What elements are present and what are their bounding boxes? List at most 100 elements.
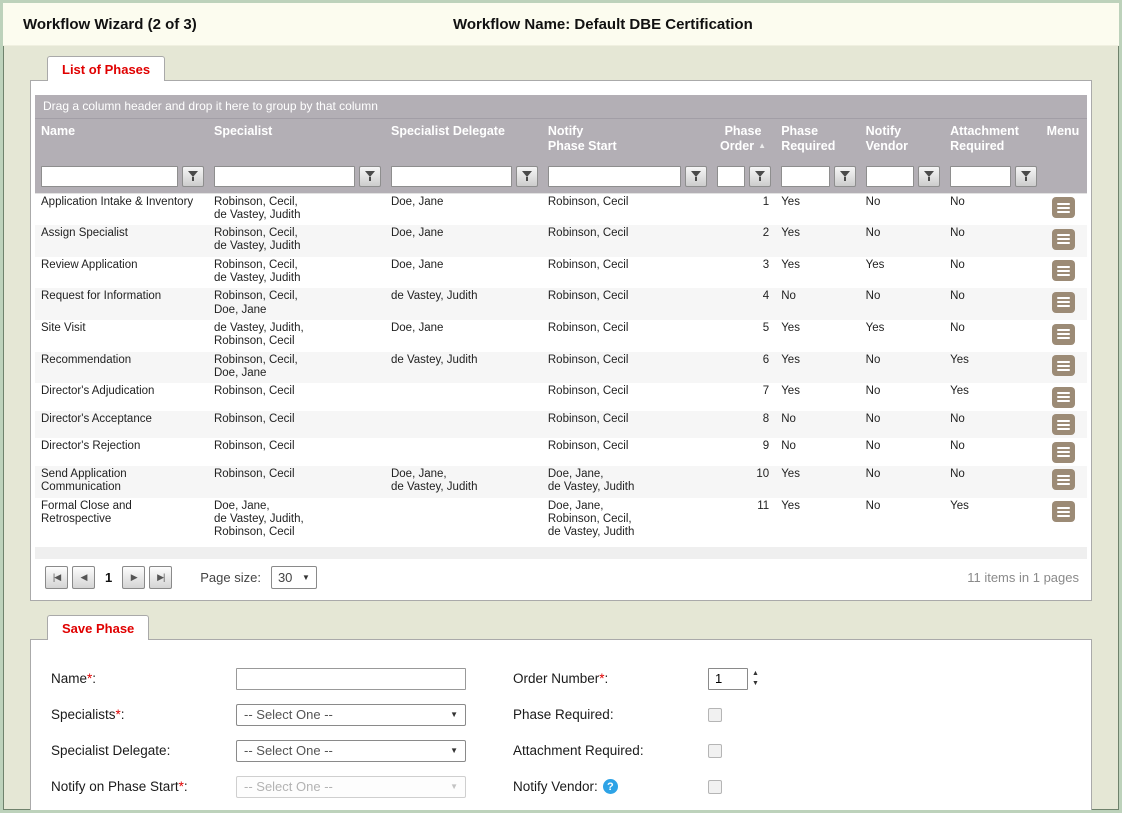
filter-button-notify-vendor[interactable] <box>918 166 940 187</box>
filter-icon <box>188 171 198 181</box>
cell-notify-phase-start: Doe, Jane, de Vastey, Judith <box>542 466 711 498</box>
cell-notify-phase-start: Robinson, Cecil <box>542 320 711 352</box>
filter-icon <box>691 171 701 181</box>
table-row: Director's AdjudicationRobinson, CecilRo… <box>35 383 1087 411</box>
group-by-drop-zone[interactable]: Drag a column header and drop it here to… <box>35 95 1087 119</box>
cell-specialist: Robinson, Cecil <box>208 411 385 439</box>
table-row: Send Application CommunicationRobinson, … <box>35 466 1087 498</box>
row-menu-button[interactable] <box>1052 469 1075 490</box>
filter-input-specialist-delegate[interactable] <box>391 166 512 187</box>
cell-phase-order: 4 <box>711 288 775 320</box>
cell-attachment-required: No <box>944 193 1041 225</box>
cell-specialist: Doe, Jane, de Vastey, Judith, Robinson, … <box>208 498 385 543</box>
column-header-phase-required[interactable]: Phase Required <box>775 119 859 160</box>
cell-phase-required: Yes <box>775 383 859 411</box>
filter-button-notify-phase-start[interactable] <box>685 166 707 187</box>
filter-input-phase-order[interactable] <box>717 166 745 187</box>
row-menu-button[interactable] <box>1052 260 1075 281</box>
column-header-notify-vendor[interactable]: Notify Vendor <box>860 119 944 160</box>
filter-icon <box>755 171 765 181</box>
cell-phase-required: No <box>775 438 859 466</box>
filter-button-specialist[interactable] <box>359 166 381 187</box>
cell-name: Site Visit <box>35 320 208 352</box>
filter-input-name[interactable] <box>41 166 178 187</box>
filter-button-name[interactable] <box>182 166 204 187</box>
column-header-notify-phase-start[interactable]: Notify Phase Start <box>542 119 711 160</box>
spinner-down-icon[interactable]: ▼ <box>752 681 759 686</box>
current-page-number[interactable]: 1 <box>105 570 112 585</box>
cell-specialist-delegate <box>385 411 542 439</box>
filter-button-phase-order[interactable] <box>749 166 771 187</box>
pager-next-button[interactable]: ▶ <box>122 566 145 589</box>
cell-specialist: Robinson, Cecil <box>208 383 385 411</box>
cell-attachment-required: Yes <box>944 383 1041 411</box>
notify-vendor-checkbox[interactable] <box>708 780 722 794</box>
help-icon[interactable]: ? <box>603 779 618 794</box>
filter-button-specialist-delegate[interactable] <box>516 166 538 187</box>
column-header-phase-order[interactable]: Phase Order▲ <box>711 119 775 160</box>
cell-specialist-delegate: Doe, Jane <box>385 320 542 352</box>
horizontal-scrollbar[interactable] <box>35 547 1087 559</box>
specialists-select[interactable]: -- Select One -- ▼ <box>236 704 466 726</box>
filter-input-phase-required[interactable] <box>781 166 829 187</box>
row-menu-button[interactable] <box>1052 229 1075 250</box>
row-menu-button[interactable] <box>1052 414 1075 435</box>
filter-input-notify-phase-start[interactable] <box>548 166 681 187</box>
phase-required-checkbox[interactable] <box>708 708 722 722</box>
phases-table: Name Specialist Specialist Delegate Noti… <box>35 119 1087 543</box>
column-header-name[interactable]: Name <box>35 119 208 160</box>
page-content: List of Phases Drag a column header and … <box>3 46 1119 813</box>
cell-attachment-required: No <box>944 320 1041 352</box>
cell-notify-vendor: No <box>860 383 944 411</box>
name-input[interactable] <box>236 668 466 690</box>
tab-save-phase[interactable]: Save Phase <box>47 615 149 640</box>
row-menu-button[interactable] <box>1052 292 1075 313</box>
page-size-label: Page size: <box>200 570 261 585</box>
cell-specialist: Robinson, Cecil, de Vastey, Judith <box>208 225 385 257</box>
filter-input-attachment-required[interactable] <box>950 166 1011 187</box>
cell-notify-vendor: No <box>860 288 944 320</box>
save-phase-section: Save Phase Name*: Specialists*: -- Selec… <box>30 614 1092 813</box>
tab-list-of-phases[interactable]: List of Phases <box>47 56 165 81</box>
specialist-delegate-field-label: Specialist Delegate: <box>51 743 236 758</box>
cell-notify-phase-start: Robinson, Cecil <box>542 257 711 289</box>
column-header-specialist[interactable]: Specialist <box>208 119 385 160</box>
cell-phase-required: Yes <box>775 466 859 498</box>
row-menu-button[interactable] <box>1052 501 1075 522</box>
filter-input-specialist[interactable] <box>214 166 355 187</box>
attachment-required-checkbox[interactable] <box>708 744 722 758</box>
cell-phase-required: Yes <box>775 257 859 289</box>
row-menu-button[interactable] <box>1052 355 1075 376</box>
cell-phase-order: 9 <box>711 438 775 466</box>
order-number-input[interactable] <box>708 668 748 690</box>
cell-notify-vendor: No <box>860 498 944 543</box>
filter-button-attachment-required[interactable] <box>1015 166 1037 187</box>
cell-attachment-required: No <box>944 411 1041 439</box>
pager-last-button[interactable]: ▶| <box>149 566 172 589</box>
cell-notify-phase-start: Robinson, Cecil <box>542 438 711 466</box>
cell-notify-vendor: No <box>860 352 944 384</box>
cell-attachment-required: Yes <box>944 498 1041 543</box>
pager-first-button[interactable]: |◀ <box>45 566 68 589</box>
row-menu-button[interactable] <box>1052 324 1075 345</box>
specialists-field-label: Specialists*: <box>51 707 236 722</box>
specialist-delegate-select[interactable]: -- Select One -- ▼ <box>236 740 466 762</box>
row-menu-button[interactable] <box>1052 442 1075 463</box>
filter-button-phase-required[interactable] <box>834 166 856 187</box>
cell-specialist: Robinson, Cecil <box>208 438 385 466</box>
spinner-up-icon[interactable]: ▲ <box>752 671 759 676</box>
workflow-name-title: Workflow Name: Default DBE Certification <box>453 16 753 33</box>
filter-input-notify-vendor[interactable] <box>866 166 914 187</box>
page-size-select[interactable]: 30 ▼ <box>271 566 317 589</box>
list-of-phases-panel: Drag a column header and drop it here to… <box>30 80 1092 601</box>
row-menu-button[interactable] <box>1052 387 1075 408</box>
row-menu-button[interactable] <box>1052 197 1075 218</box>
cell-phase-required: Yes <box>775 352 859 384</box>
order-number-spinner: ▲ ▼ <box>752 671 759 686</box>
table-row: Formal Close and RetrospectiveDoe, Jane,… <box>35 498 1087 543</box>
cell-phase-order: 11 <box>711 498 775 543</box>
chevron-down-icon: ▼ <box>450 746 458 755</box>
pager-prev-button[interactable]: ◀ <box>72 566 95 589</box>
column-header-attachment-required[interactable]: Attachment Required <box>944 119 1041 160</box>
column-header-specialist-delegate[interactable]: Specialist Delegate <box>385 119 542 160</box>
